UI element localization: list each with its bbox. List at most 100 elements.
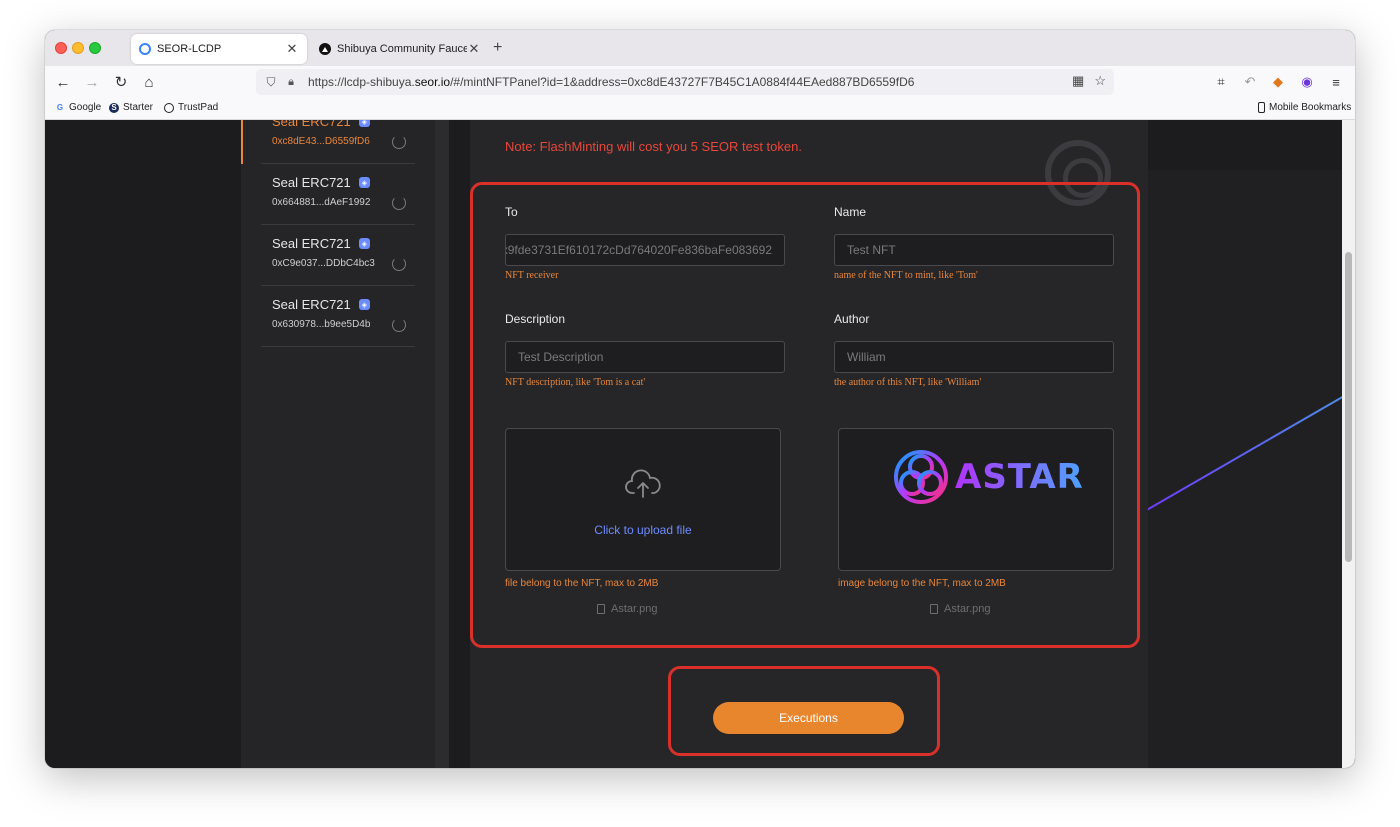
sidebar-item-address: 0x664881...dAeF1992 (272, 197, 371, 208)
bookmark-star-icon[interactable]: ☆ (1094, 73, 1106, 89)
new-tab-button[interactable]: + (493, 39, 502, 57)
contract-name: Seal ERC721 (272, 236, 351, 251)
contract-name: Seal ERC721 (272, 120, 351, 129)
minimize-window-button[interactable] (72, 42, 84, 54)
tab-close-icon[interactable]: ✕ (467, 41, 481, 57)
bookmark-google[interactable]: G Google (55, 102, 101, 113)
mobile-bookmarks[interactable]: Mobile Bookmarks (1258, 102, 1351, 113)
scrollbar-thumb[interactable] (1345, 252, 1352, 562)
to-hint: NFT receiver (505, 270, 559, 281)
image-hint: image belong to the NFT, max to 2MB (838, 578, 1006, 589)
undo-icon[interactable]: ↶ (1240, 72, 1260, 92)
bookmark-label: Starter (123, 102, 154, 113)
sidebar-item-contract-1[interactable]: Seal ERC721 ◈ 0xc8dE43...D6559fD6 (261, 120, 415, 164)
image-upload-area[interactable]: ASTAR (838, 428, 1114, 571)
bookmark-trustpad[interactable]: TrustPad (164, 102, 218, 113)
cloud-upload-icon (625, 469, 661, 498)
file-upload-area[interactable]: Click to upload file (505, 428, 781, 571)
shield-icon[interactable]: ⛉ (264, 75, 278, 89)
qr-code-icon[interactable]: ▦ (1072, 73, 1084, 89)
contract-type-icon: ◈ (358, 177, 370, 188)
url-suffix: /#/mintNFTPanel?id=1&address=0xc8dE43727… (450, 75, 915, 89)
bookmarks-bar: G Google S Starter TrustPad Mobile Bookm… (45, 98, 1355, 120)
bookmark-label: Google (69, 102, 102, 113)
google-icon: G (56, 103, 64, 112)
contract-type-icon: ◈ (358, 238, 370, 249)
page-content: Seal ERC721 ◈ 0xc8dE43...D6559fD6 Seal E… (45, 120, 1355, 768)
browser-window: SEOR-LCDP ✕ Shibuya Community Faucet ✕ +… (45, 30, 1355, 768)
page-scrollbar[interactable] (1342, 120, 1355, 768)
upload-file-link[interactable]: Click to upload file (506, 523, 780, 537)
refresh-icon[interactable] (392, 196, 406, 210)
url-prefix: https://lcdp-shibuya. (308, 75, 415, 89)
tab-close-icon[interactable]: ✕ (285, 41, 299, 57)
sidebar-item-contract-2[interactable]: Seal ERC721 ◈ 0x664881...dAeF1992 (261, 164, 415, 225)
file-hint: file belong to the NFT, max to 2MB (505, 578, 659, 589)
seor-favicon-icon (139, 43, 151, 55)
sidebar-item-contract-3[interactable]: Seal ERC721 ◈ 0xC9e037...DDbC4bc3 (261, 225, 415, 286)
uploaded-image-name[interactable]: Astar.png (930, 603, 990, 615)
forward-arrow-icon[interactable]: → (82, 72, 102, 92)
astar-logo-icon (894, 450, 948, 504)
flashminting-cost-note: Note: FlashMinting will cost you 5 SEOR … (505, 139, 802, 154)
navigation-bar: ← → ↻ ⌂ ⛉ 🔒︎ https://lcdp-shibuya.seor.i… (45, 66, 1355, 98)
description-hint: NFT description, like 'Tom is a cat' (505, 377, 646, 388)
url-text[interactable]: https://lcdp-shibuya.seor.io/#/mintNFTPa… (308, 75, 914, 89)
to-input[interactable]: 0x9fde3731Ef610172cDd764020Fe836baFe0836… (505, 234, 785, 266)
sidebar-item-address: 0xC9e037...DDbC4bc3 (272, 258, 375, 269)
file-name-text: Astar.png (611, 603, 658, 615)
sidebar-item-address: 0xc8dE43...D6559fD6 (272, 136, 370, 147)
url-domain: seor.io (414, 75, 451, 89)
description-label: Description (505, 312, 566, 326)
mobile-icon (1258, 102, 1265, 113)
author-hint: the author of this NFT, like 'William' (834, 377, 982, 388)
contract-name: Seal ERC721 (272, 175, 351, 190)
name-label: Name (834, 205, 867, 219)
extension-icon[interactable]: ◉ (1297, 72, 1317, 92)
tab-shibuya-faucet[interactable]: Shibuya Community Faucet ✕ (311, 34, 489, 64)
bookmark-starter[interactable]: S Starter (109, 102, 153, 113)
tab-bar: SEOR-LCDP ✕ Shibuya Community Faucet ✕ + (45, 30, 1355, 66)
image-name-text: Astar.png (944, 603, 991, 615)
sidebar-item-title: Seal ERC721 ◈ (272, 120, 370, 129)
background-panel (1148, 170, 1343, 768)
document-icon (930, 604, 938, 614)
contract-name: Seal ERC721 (272, 297, 351, 312)
address-bar[interactable]: ⛉ 🔒︎ https://lcdp-shibuya.seor.io/#/mint… (256, 69, 1114, 95)
sidebar-item-contract-4[interactable]: Seal ERC721 ◈ 0x630978...b9ee5D4b (261, 286, 415, 347)
author-input[interactable]: William (834, 341, 1114, 373)
tab-seor-lcdp[interactable]: SEOR-LCDP ✕ (131, 34, 307, 64)
contract-sidebar: Seal ERC721 ◈ 0xc8dE43...D6559fD6 Seal E… (241, 120, 435, 768)
active-indicator (241, 120, 243, 164)
maximize-window-button[interactable] (89, 42, 101, 54)
mint-nft-panel: Note: FlashMinting will cost you 5 SEOR … (470, 120, 1148, 768)
sidebar-item-address: 0x630978...b9ee5D4b (272, 319, 371, 330)
name-hint: name of the NFT to mint, like 'Tom' (834, 270, 978, 281)
menu-hamburger-icon[interactable]: ≡ (1326, 72, 1346, 92)
uploaded-file-name[interactable]: Astar.png (597, 603, 657, 615)
name-input[interactable]: Test NFT (834, 234, 1114, 266)
tab-title: SEOR-LCDP (157, 43, 222, 55)
back-arrow-icon[interactable]: ← (53, 72, 73, 92)
refresh-icon[interactable] (392, 135, 406, 149)
executions-button[interactable]: Executions (713, 702, 904, 734)
tab-title: Shibuya Community Faucet (337, 43, 467, 55)
bookmark-label: TrustPad (178, 102, 219, 113)
home-icon[interactable]: ⌂ (139, 72, 159, 92)
sidebar-item-title: Seal ERC721 ◈ (272, 175, 370, 190)
contract-type-icon: ◈ (358, 120, 370, 127)
refresh-icon[interactable] (392, 318, 406, 332)
close-window-button[interactable] (55, 42, 67, 54)
to-label: To (505, 205, 518, 219)
reload-icon[interactable]: ↻ (111, 72, 131, 92)
author-label: Author (834, 312, 870, 326)
description-input[interactable]: Test Description (505, 341, 785, 373)
lock-icon[interactable]: 🔒︎ (284, 75, 298, 89)
trustpad-icon (164, 102, 174, 113)
sidebar-item-title: Seal ERC721 ◈ (272, 236, 370, 251)
mobile-bookmarks-label: Mobile Bookmarks (1269, 102, 1352, 113)
metamask-fox-icon[interactable]: ◆ (1268, 72, 1288, 92)
refresh-icon[interactable] (392, 257, 406, 271)
crop-icon[interactable]: ⌗ (1211, 72, 1231, 92)
panel-divider (435, 120, 449, 768)
